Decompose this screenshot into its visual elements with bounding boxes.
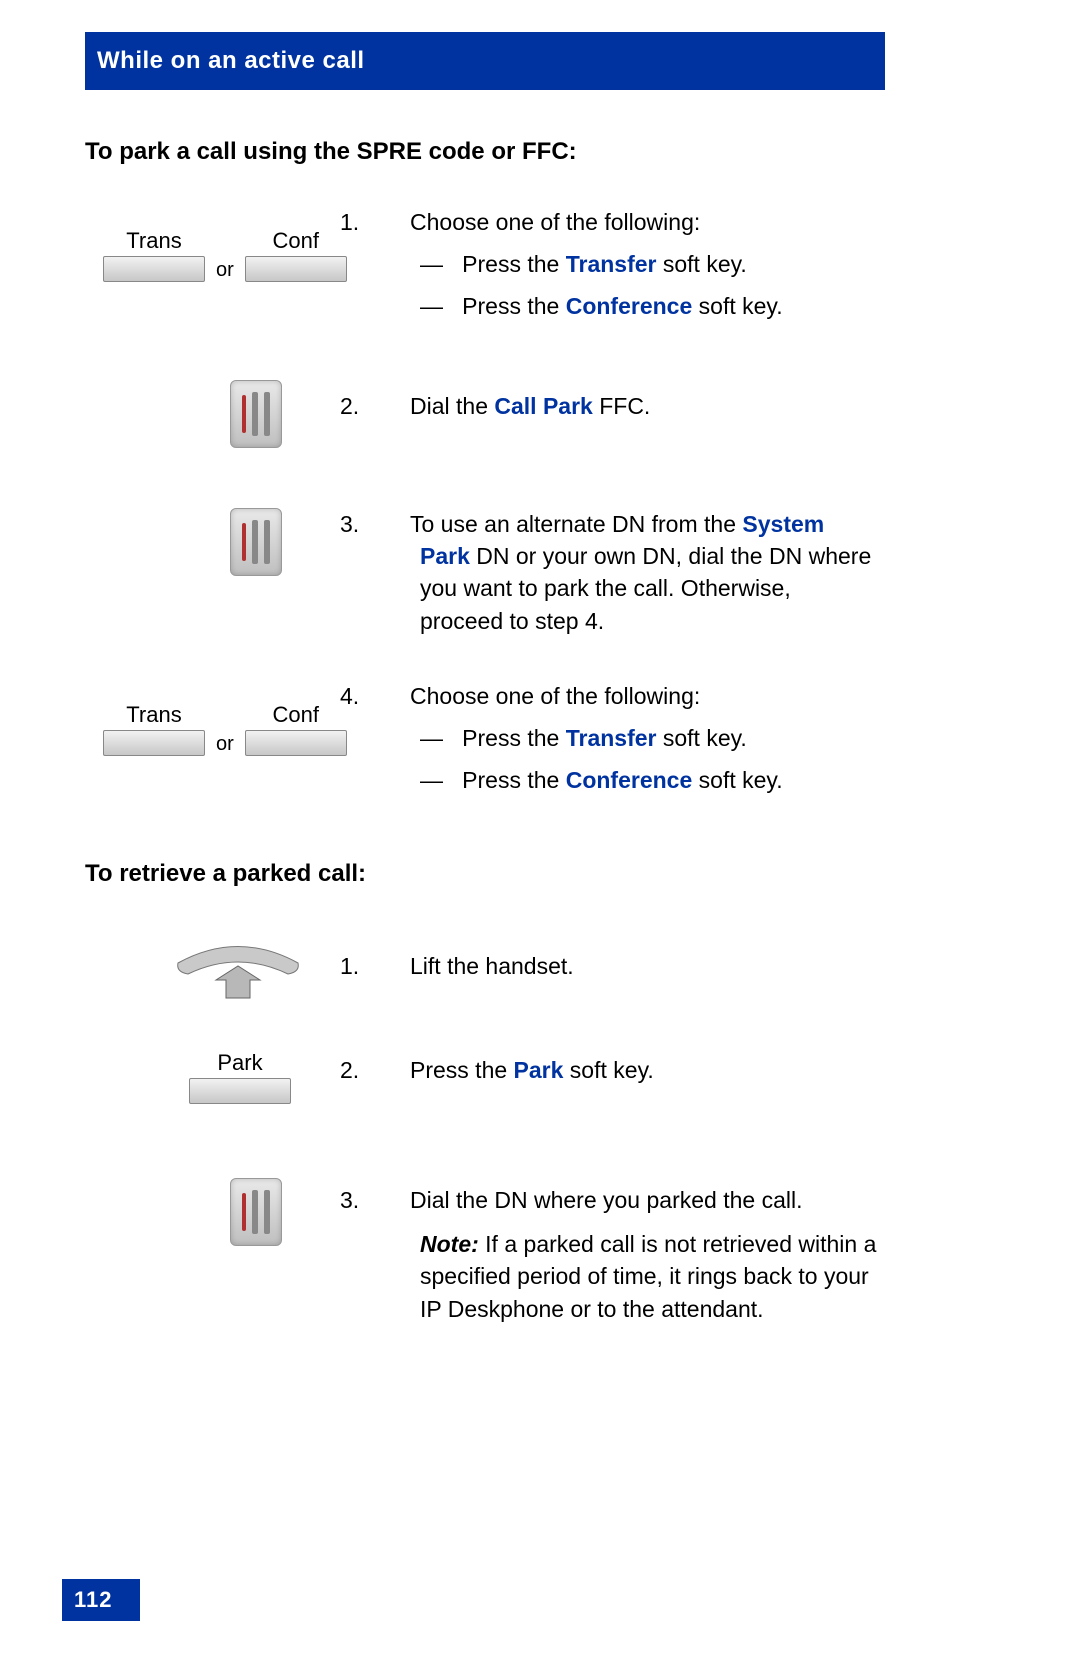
step-4-lead: Choose one of the following:	[410, 683, 700, 709]
r3-number: 3.	[380, 1184, 410, 1216]
or-label: or	[216, 733, 234, 756]
r1-text: Lift the handset.	[410, 953, 574, 979]
section-title-2: To retrieve a parked call:	[85, 860, 366, 888]
softkey-pair-2: Trans or Conf	[100, 702, 350, 756]
retrieve-step-3: 3.Dial the DN where you parked the call.…	[380, 1184, 880, 1325]
note-label: Note:	[420, 1231, 479, 1257]
softkey-trans: Trans	[100, 702, 208, 756]
softkey-trans-label: Trans	[126, 702, 181, 728]
keyword-conference: Conference	[566, 767, 693, 793]
retrieve-step-1: 1.Lift the handset.	[380, 950, 880, 982]
page-number: 112	[62, 1579, 140, 1621]
step-1-lead: Choose one of the following:	[410, 209, 700, 235]
retrieve-step-2: 2.Press the Park soft key.	[380, 1054, 880, 1086]
softkey-conf: Conf	[242, 702, 350, 756]
softkey-conf-button-icon	[245, 730, 347, 756]
running-header-text: While on an active call	[97, 47, 365, 75]
keyword-transfer: Transfer	[566, 251, 657, 277]
keyword-conference: Conference	[566, 293, 693, 319]
step-2-number: 2.	[380, 390, 410, 422]
document-page: While on an active call To park a call u…	[0, 0, 1080, 1669]
section-title-1: To park a call using the SPRE code or FF…	[85, 138, 577, 166]
softkey-pair-1: Trans or Conf	[100, 228, 350, 282]
keyword-park: Park	[514, 1057, 564, 1083]
step-1-dash-2: —	[420, 293, 443, 319]
r3-line1: Dial the DN where you parked the call.	[410, 1187, 802, 1213]
softkey-park: Park	[186, 1050, 294, 1104]
dialpad-icon	[230, 1178, 282, 1246]
softkey-conf-button-icon	[245, 256, 347, 282]
keyword-call-park: Call Park	[494, 393, 592, 419]
keyword-transfer: Transfer	[566, 725, 657, 751]
softkey-trans-button-icon	[103, 730, 205, 756]
softkey-trans-label: Trans	[126, 228, 181, 254]
or-label: or	[216, 259, 234, 282]
step-1-dash-1: —	[420, 251, 443, 277]
note-body: If a parked call is not retrieved within…	[420, 1231, 876, 1321]
step-3-number: 3.	[380, 508, 410, 540]
softkey-conf-label: Conf	[273, 228, 319, 254]
softkey-park-block: Park	[186, 1050, 294, 1104]
softkey-conf-label: Conf	[273, 702, 319, 728]
r2-number: 2.	[380, 1054, 410, 1086]
step-2: 2.Dial the Call Park FFC.	[380, 390, 880, 422]
lift-handset-icon	[168, 938, 308, 1008]
softkey-trans-button-icon	[103, 256, 205, 282]
r1-number: 1.	[380, 950, 410, 982]
step-1: 1.Choose one of the following: — Press t…	[380, 206, 880, 323]
softkey-park-button-icon	[189, 1078, 291, 1104]
page-number-value: 112	[74, 1587, 113, 1613]
step-1-number: 1.	[380, 206, 410, 238]
step-4-number: 4.	[380, 680, 410, 712]
softkey-trans: Trans	[100, 228, 208, 282]
r3-note: Note: If a parked call is not retrieved …	[380, 1228, 880, 1325]
step-3: 3.To use an alternate DN from the System…	[380, 508, 880, 637]
softkey-park-label: Park	[217, 1050, 262, 1076]
dialpad-icon	[230, 380, 282, 448]
dialpad-icon	[230, 508, 282, 576]
running-header: While on an active call	[85, 32, 885, 90]
step-4: 4.Choose one of the following: — Press t…	[380, 680, 880, 797]
softkey-conf: Conf	[242, 228, 350, 282]
